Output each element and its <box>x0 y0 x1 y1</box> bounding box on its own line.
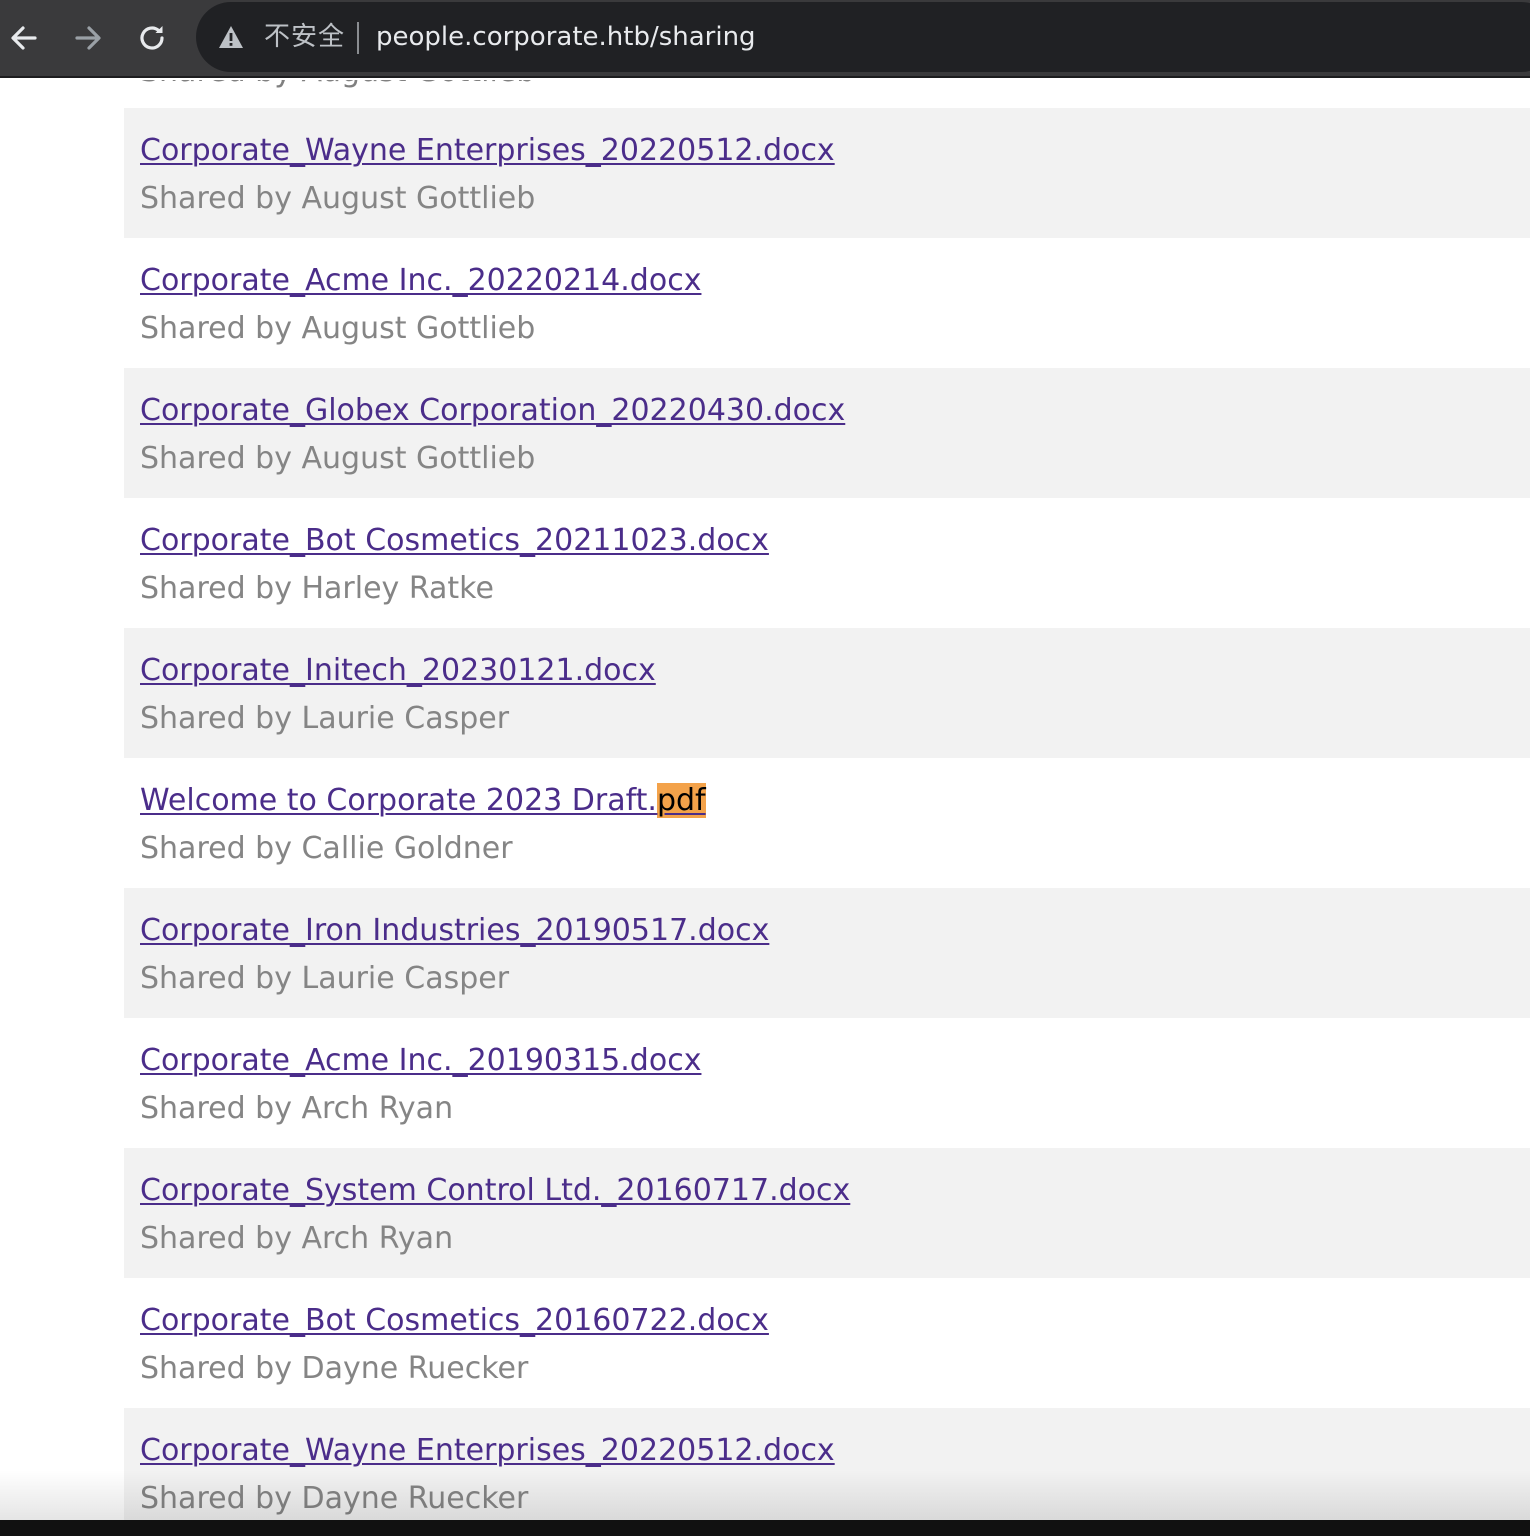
file-row: Corporate_System Control Ltd._20160717.d… <box>124 1148 1530 1278</box>
window-bottom-edge <box>0 1520 1530 1536</box>
shared-by-text: Shared by Arch Ryan <box>140 1221 454 1256</box>
arrow-left-icon <box>11 26 37 50</box>
file-link[interactable]: Corporate_Wayne Enterprises_20220512.doc… <box>140 1430 835 1472</box>
shared-by-text: Shared by Harley Ratke <box>140 571 494 606</box>
address-bar[interactable]: 不安全 people.corporate.htb/sharing <box>196 2 1530 72</box>
shared-by-text: Shared by Dayne Ruecker <box>140 1351 529 1386</box>
shared-by-text: Shared by Dayne Ruecker <box>140 1481 529 1516</box>
file-row: Corporate_Bot Cosmetics_20160722.docx Sh… <box>124 1278 1530 1408</box>
url-text[interactable]: people.corporate.htb/sharing <box>376 19 756 55</box>
file-row: Welcome to Corporate 2023 Draft.pdf Shar… <box>124 758 1530 888</box>
reload-button[interactable] <box>128 14 176 62</box>
reload-icon <box>140 26 164 50</box>
file-row: Corporate_Globex Corporation_20220430.do… <box>124 368 1530 498</box>
file-link-welcome-draft[interactable]: Welcome to Corporate 2023 Draft.pdf <box>140 780 706 822</box>
file-row: Corporate_Wayne Enterprises_20220512.doc… <box>124 108 1530 238</box>
page-content: Shared by August Gottlieb Corporate_Wayn… <box>0 80 1530 1520</box>
file-link[interactable]: Corporate_Bot Cosmetics_20160722.docx <box>140 1300 769 1342</box>
file-link[interactable]: Corporate_Bot Cosmetics_20211023.docx <box>140 520 769 562</box>
file-row: Corporate_Acme Inc._20220214.docx Shared… <box>124 238 1530 368</box>
file-row: Corporate_Initech_20230121.docx Shared b… <box>124 628 1530 758</box>
file-link[interactable]: Corporate_System Control Ltd._20160717.d… <box>140 1170 850 1212</box>
shared-by-text: Shared by Laurie Casper <box>140 961 510 996</box>
partial-shared-by-text: Shared by August Gottlieb <box>140 80 535 92</box>
file-link[interactable]: Corporate_Initech_20230121.docx <box>140 650 656 692</box>
security-status-label[interactable]: 不安全 <box>264 19 345 55</box>
file-row: Corporate_Acme Inc._20190315.docx Shared… <box>124 1018 1530 1148</box>
file-link[interactable]: Corporate_Acme Inc._20190315.docx <box>140 1040 701 1082</box>
forward-button[interactable] <box>64 14 112 62</box>
browser-toolbar: 不安全 people.corporate.htb/sharing <box>0 0 1530 78</box>
file-link[interactable]: Corporate_Acme Inc._20220214.docx <box>140 260 701 302</box>
file-row: Corporate_Bot Cosmetics_20211023.docx Sh… <box>124 498 1530 628</box>
file-row: Corporate_Wayne Enterprises_20220512.doc… <box>124 1408 1530 1520</box>
file-link[interactable]: Corporate_Wayne Enterprises_20220512.doc… <box>140 130 835 172</box>
file-link-name: Welcome to Corporate 2023 Draft. <box>140 783 657 818</box>
shared-by-text: Shared by August Gottlieb <box>140 441 536 476</box>
file-link[interactable]: Corporate_Iron Industries_20190517.docx <box>140 910 769 952</box>
shared-by-text: Shared by Laurie Casper <box>140 701 510 736</box>
back-button[interactable] <box>0 14 48 62</box>
address-bar-divider <box>357 22 359 54</box>
shared-by-text: Shared by August Gottlieb <box>140 311 536 346</box>
find-match-highlight: pdf <box>656 783 706 818</box>
shared-by-text: Shared by Callie Goldner <box>140 831 513 866</box>
shared-by-text: Shared by Arch Ryan <box>140 1091 454 1126</box>
arrow-right-icon <box>75 26 101 50</box>
file-row: Corporate_Iron Industries_20190517.docx … <box>124 888 1530 1018</box>
warning-triangle-icon[interactable] <box>218 25 244 49</box>
file-link[interactable]: Corporate_Globex Corporation_20220430.do… <box>140 390 845 432</box>
shared-by-text: Shared by August Gottlieb <box>140 181 536 216</box>
